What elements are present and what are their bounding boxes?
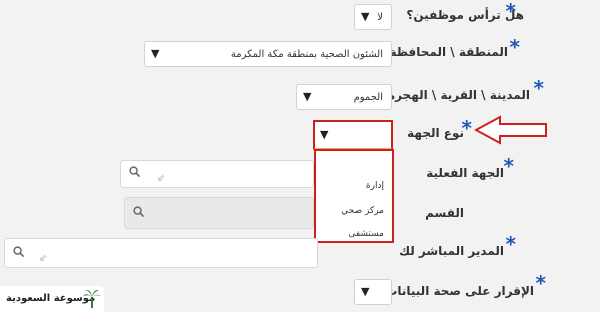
department-lookup[interactable] <box>124 197 314 229</box>
required-asterisk-icon: * <box>535 271 546 295</box>
triangle-down-icon: ▼ <box>151 47 160 60</box>
city-value: الجموم <box>353 92 383 103</box>
entity-type-options: إدارة مركز صحي مستشفى <box>314 149 394 243</box>
city-label: المدينة \ القرية \ الهجرة <box>388 88 530 102</box>
manager-label: المدير المباشر لك <box>399 244 504 258</box>
region-value: الشئون الصحية بمنطقة مكة المكرمة <box>230 49 383 60</box>
palm-logo-icon <box>83 289 101 308</box>
required-asterisk-icon: * <box>533 76 544 100</box>
required-asterisk-icon: * <box>505 232 516 256</box>
triangle-down-icon: ▼ <box>320 128 329 141</box>
site-logo: موسوعة السعودية <box>0 286 104 312</box>
required-asterisk-icon: * <box>509 35 520 59</box>
declaration-label: الإقرار على صحة البيانات <box>385 284 534 298</box>
declaration-select[interactable]: ▼ <box>354 279 392 305</box>
option-health-center[interactable]: مركز صحي <box>341 206 384 216</box>
arrow-left-icon <box>474 115 547 145</box>
resize-handle-icon: ⇙ <box>157 173 166 184</box>
entity-type-select[interactable]: ▼ <box>313 120 393 150</box>
resize-handle-icon: ⇙ <box>39 253 48 264</box>
search-icon[interactable] <box>133 206 144 217</box>
region-label: المنطقة \ المحافظة <box>389 45 508 59</box>
manager-lookup[interactable]: ⇙ <box>4 238 318 268</box>
region-select[interactable]: الشئون الصحية بمنطقة مكة المكرمة ▼ <box>144 41 392 67</box>
required-asterisk-icon: * <box>461 116 472 140</box>
triangle-down-icon: ▼ <box>303 90 312 103</box>
required-asterisk-icon: * <box>503 154 514 178</box>
city-select[interactable]: الجموم ▼ <box>296 84 392 110</box>
employee-head-value: لا <box>377 12 383 23</box>
option-administration[interactable]: إدارة <box>366 181 384 191</box>
search-icon[interactable] <box>129 166 140 177</box>
triangle-down-icon: ▼ <box>361 10 370 23</box>
entity-type-label: نوع الجهة <box>407 126 464 140</box>
actual-entity-label: الجهة الفعلية <box>426 166 504 180</box>
department-label: القسم <box>425 206 464 220</box>
employee-head-label: هل ترأس موظفين؟ <box>406 8 524 22</box>
search-icon[interactable] <box>13 246 24 257</box>
employee-head-select[interactable]: لا ▼ <box>354 4 392 30</box>
option-hospital[interactable]: مستشفى <box>348 229 384 239</box>
triangle-down-icon: ▼ <box>361 285 370 298</box>
actual-entity-lookup[interactable]: ⇙ <box>120 160 314 188</box>
